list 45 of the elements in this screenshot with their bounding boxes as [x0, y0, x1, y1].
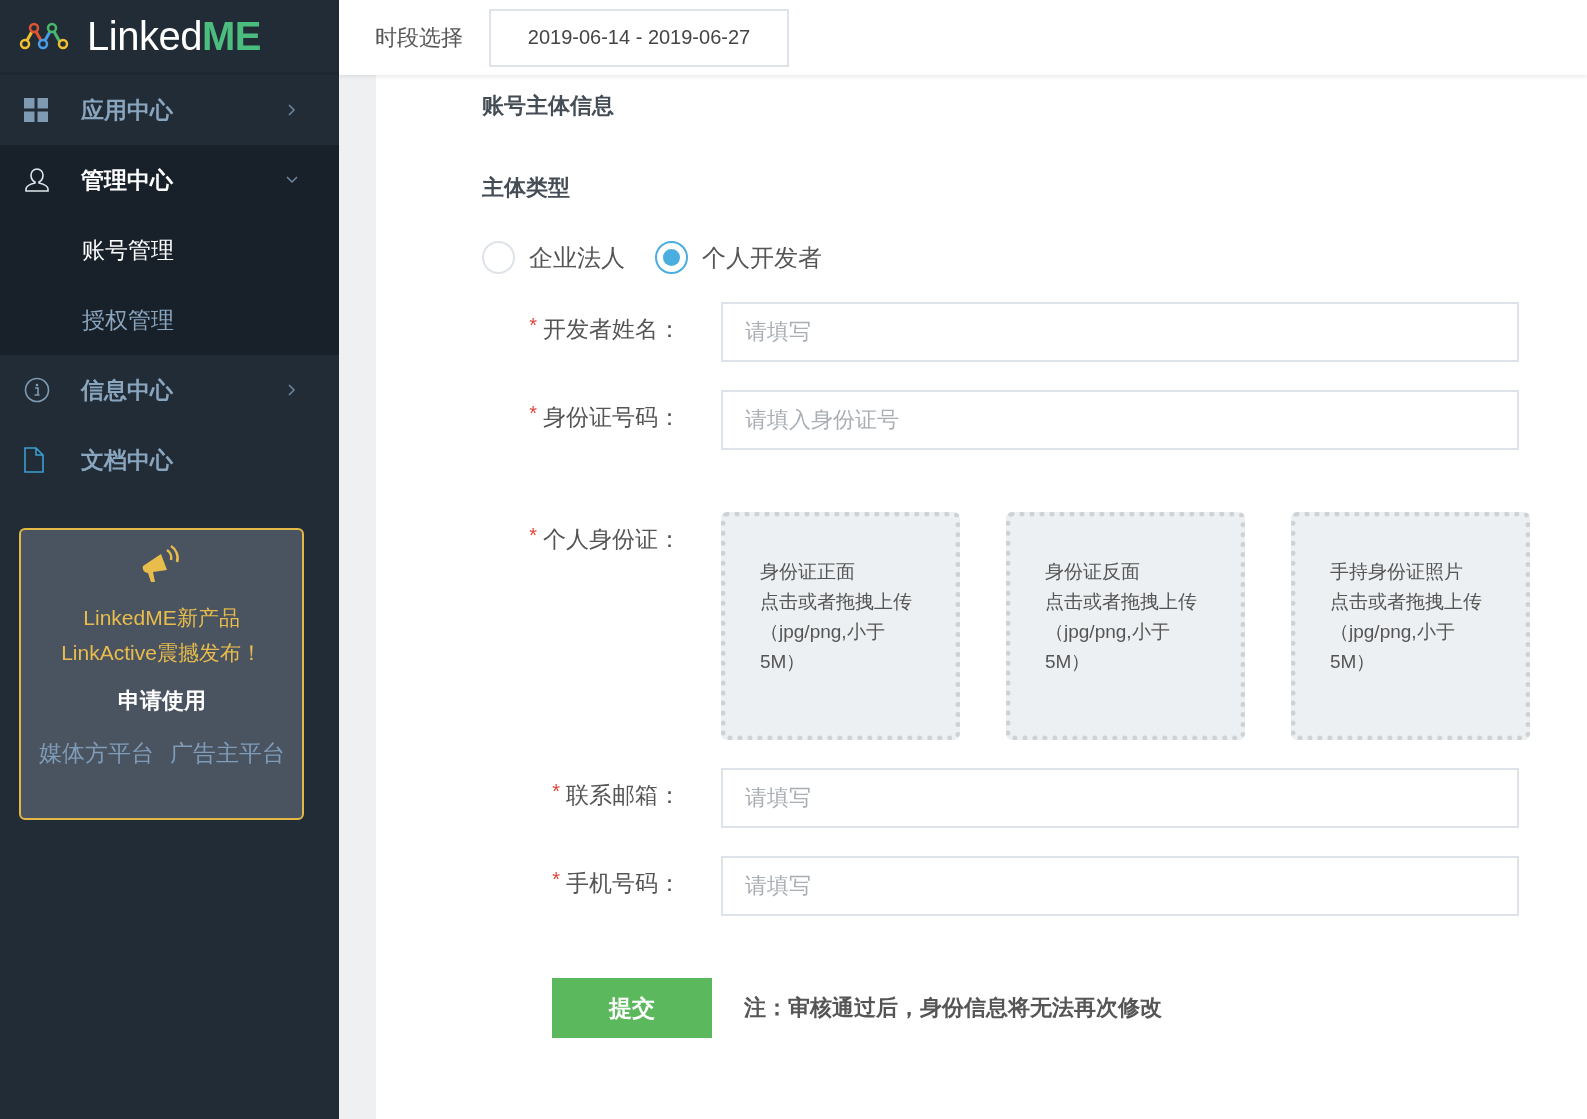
- field-label: 联系邮箱：: [566, 781, 681, 810]
- upload-hint: 点击或者拖拽上传（jpg/png,小于5M）: [1330, 590, 1483, 674]
- info-icon: [24, 377, 50, 403]
- field-label: 个人身份证：: [543, 525, 681, 554]
- sidebar-item[interactable]: 管理中心: [0, 145, 339, 215]
- promo-text: LinkedME新产品: [83, 605, 240, 631]
- required-mark: *: [529, 402, 537, 425]
- field-label: 开发者姓名：: [543, 315, 681, 344]
- submenu-item[interactable]: 账号管理: [0, 215, 339, 285]
- input-field[interactable]: 请填写: [721, 856, 1519, 916]
- type-label: 主体类型: [482, 174, 571, 202]
- section-title: 账号主体信息: [482, 92, 615, 120]
- required-mark: *: [529, 524, 537, 547]
- upload-title: 身份证反面: [1045, 560, 1141, 584]
- upload-hint: 点击或者拖拽上传（jpg/png,小于5M）: [760, 590, 913, 674]
- sidebar-item[interactable]: 文档中心: [0, 425, 339, 495]
- field-label: 手机号码：: [566, 869, 681, 898]
- promo-text: LinkActive震撼发布！: [61, 640, 262, 666]
- field-label: 身份证号码：: [543, 403, 681, 432]
- grid-icon: [24, 98, 48, 122]
- period-label: 时段选择: [375, 23, 463, 52]
- required-mark: *: [552, 868, 560, 891]
- upload-area[interactable]: 手持身份证照片 点击或者拖拽上传（jpg/png,小于5M）: [1291, 512, 1530, 740]
- submenu-item[interactable]: 授权管理: [0, 285, 339, 355]
- upload-hint: 点击或者拖拽上传（jpg/png,小于5M）: [1045, 590, 1198, 674]
- input-field[interactable]: 请填写: [721, 302, 1519, 362]
- input-field[interactable]: 请填入身份证号: [721, 390, 1519, 450]
- logo-text: LinkedME: [87, 13, 261, 59]
- sidebar-item[interactable]: 信息中心: [0, 355, 339, 425]
- radio-label: 企业法人: [529, 242, 625, 273]
- date-range-field[interactable]: 2019-06-14 - 2019-06-27: [489, 8, 789, 67]
- required-mark: *: [529, 314, 537, 337]
- apply-link[interactable]: 申请使用: [117, 686, 206, 716]
- upload-area[interactable]: 身份证反面 点击或者拖拽上传（jpg/png,小于5M）: [1006, 512, 1245, 740]
- document-icon: [24, 447, 44, 473]
- required-mark: *: [552, 780, 560, 803]
- radio-button[interactable]: [655, 241, 688, 274]
- sidebar-item[interactable]: 应用中心: [0, 75, 339, 145]
- radio-label: 个人开发者: [702, 242, 822, 273]
- note-text: 注：审核通过后，身份信息将无法再次修改: [744, 994, 1162, 1022]
- input-field[interactable]: 请填写: [721, 768, 1519, 828]
- upload-title: 手持身份证照片: [1330, 560, 1464, 584]
- upload-area[interactable]: 身份证正面 点击或者拖拽上传（jpg/png,小于5M）: [721, 512, 960, 740]
- upload-title: 身份证正面: [760, 560, 856, 584]
- user-icon: [24, 167, 50, 193]
